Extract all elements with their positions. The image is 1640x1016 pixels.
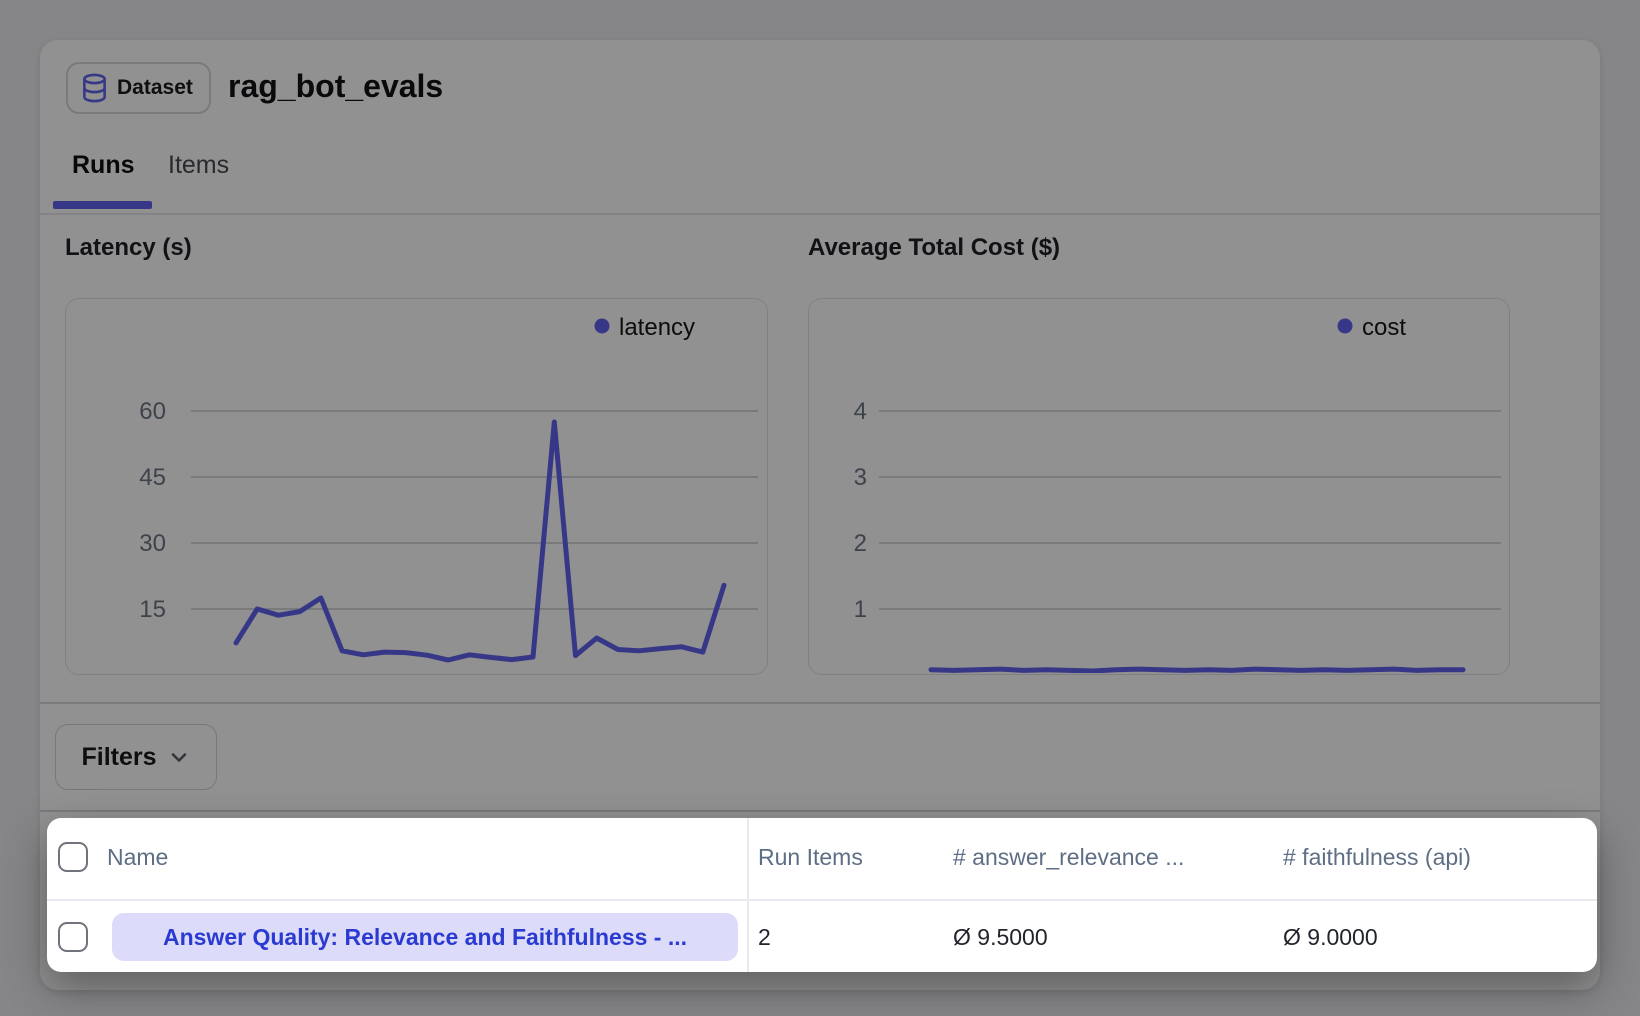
cost-line — [931, 669, 1463, 671]
y-tick-label: 2 — [854, 530, 867, 557]
legend-label-cost: cost — [1362, 314, 1406, 341]
latency-line — [236, 422, 724, 660]
cell-run-items: 2 — [758, 924, 771, 951]
active-tab-indicator — [53, 201, 152, 209]
header-row-divider — [47, 899, 1597, 901]
runs-table: Name Run Items # answer_relevance ... # … — [47, 818, 1597, 972]
chevron-down-icon — [167, 745, 191, 769]
tab-items[interactable]: Items — [168, 148, 229, 182]
cell-answer-relevance: Ø 9.5000 — [953, 924, 1048, 951]
column-divider — [747, 818, 749, 972]
app-screen: Dataset rag_bot_evals Runs Items Latency… — [0, 0, 1640, 1016]
y-tick-label: 30 — [139, 530, 166, 557]
cost-chart-title: Average Total Cost ($) — [808, 234, 1060, 262]
section-divider — [40, 702, 1600, 704]
table-top-divider — [40, 810, 1600, 812]
page-title: rag_bot_evals — [228, 60, 443, 112]
column-header-answer-relevance: # answer_relevance ... — [953, 844, 1184, 871]
dataset-badge-label: Dataset — [117, 76, 193, 100]
legend-label-latency: latency — [619, 314, 695, 341]
column-header-name: Name — [107, 844, 168, 871]
y-tick-label: 1 — [854, 596, 867, 623]
cost-gridlines — [879, 411, 1501, 609]
cell-faithfulness: Ø 9.0000 — [1283, 924, 1378, 951]
y-tick-label: 3 — [854, 464, 867, 491]
latency-chart: 60 45 30 15 latency — [65, 298, 768, 675]
row-checkbox[interactable] — [58, 922, 88, 952]
run-name-link[interactable]: Answer Quality: Relevance and Faithfulne… — [112, 913, 738, 961]
tab-runs[interactable]: Runs — [72, 148, 135, 182]
dataset-badge: Dataset — [66, 62, 211, 114]
database-icon — [81, 73, 108, 103]
legend-dot-cost — [1338, 319, 1353, 334]
y-tick-label: 60 — [139, 398, 166, 425]
y-tick-label: 45 — [139, 464, 166, 491]
y-tick-label: 4 — [854, 398, 867, 425]
tabs-divider — [40, 213, 1600, 215]
latency-gridlines — [191, 411, 758, 609]
select-all-checkbox[interactable] — [58, 842, 88, 872]
legend-dot-latency — [595, 319, 610, 334]
column-header-faithfulness: # faithfulness (api) — [1283, 844, 1471, 871]
latency-chart-title: Latency (s) — [65, 234, 192, 262]
column-header-run-items: Run Items — [758, 844, 863, 871]
filters-button[interactable]: Filters — [55, 724, 217, 790]
cost-chart: 4 3 2 1 cost — [808, 298, 1510, 675]
y-tick-label: 15 — [139, 596, 166, 623]
filters-button-label: Filters — [81, 743, 156, 772]
run-name-label: Answer Quality: Relevance and Faithfulne… — [163, 924, 687, 951]
